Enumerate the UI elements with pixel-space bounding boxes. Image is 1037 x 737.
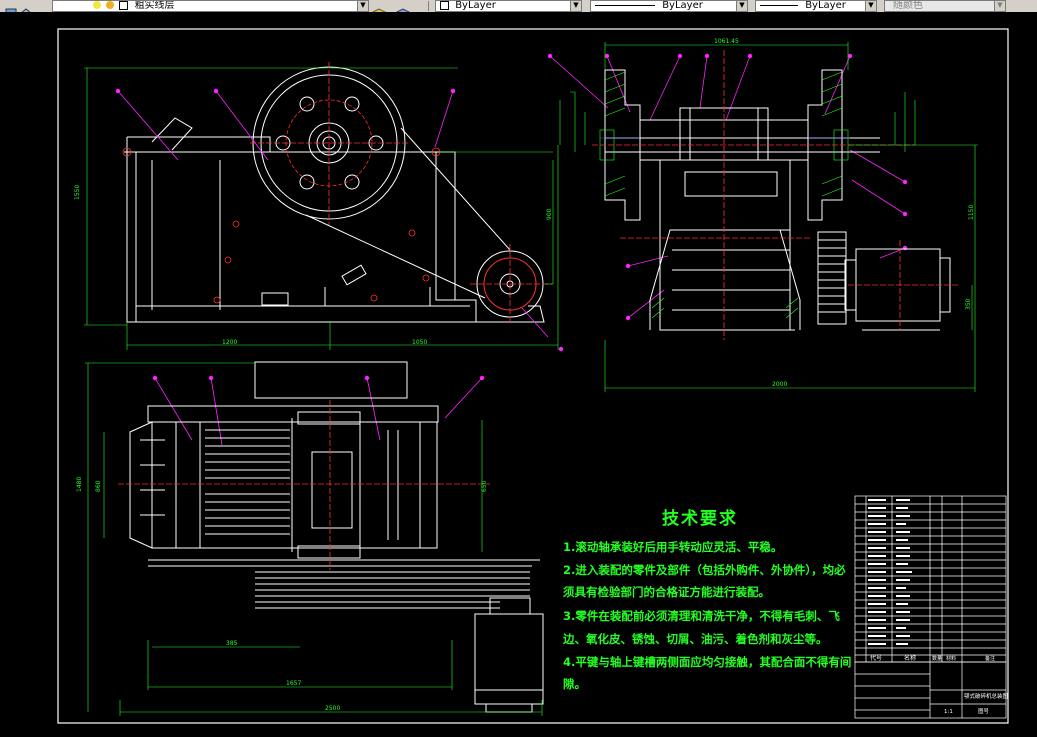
tech-requirement-item: 1.滚动轴承装好后用手转动应灵活、平稳。	[563, 540, 783, 554]
layer-state-icon[interactable]	[20, 1, 32, 12]
tech-requirement-item: 边、氧化皮、锈蚀、切屑、油污、着色剂和灰尘等。	[563, 632, 828, 646]
color-control-value: ByLayer	[455, 0, 496, 11]
front-centerlines	[122, 62, 552, 324]
tech-requirement-item: 2.进入装配的零件及部件（包括外购件、外协件），均必	[563, 563, 846, 577]
color-control-dropdown[interactable]: ByLayer ▼	[435, 0, 582, 12]
dim-side-height: 1150	[968, 205, 975, 220]
dim-plan-right-height: 650	[481, 480, 488, 492]
dim-side-width: 2000	[772, 381, 787, 388]
chevron-down-icon[interactable]: ▼	[994, 1, 1005, 11]
dim-front-width-right: 1050	[412, 339, 427, 346]
assembly-drawing: 1550 1200 1050 900 1061.45 1150 350 2000…	[57, 28, 1009, 724]
side-hatching	[599, 71, 850, 319]
dim-front-height: 1550	[74, 185, 81, 200]
plan-dimensions	[85, 362, 543, 716]
dim-front-width-left: 1200	[222, 339, 237, 346]
chevron-down-icon[interactable]: ▼	[865, 1, 876, 11]
dim-plan-inner-height: 860	[95, 480, 102, 492]
plan-view	[129, 361, 544, 713]
part-balloons	[115, 53, 908, 381]
drawing-border	[57, 28, 1009, 724]
dim-plan-mid-width: 1657	[286, 680, 301, 687]
dim-side-top-width: 1061.45	[714, 38, 739, 45]
make-object-layer-current-icon[interactable]	[371, 1, 387, 12]
tech-requirement-item: 须具有检验部门的合格证方能进行装配。	[563, 585, 770, 599]
toolbar-separator	[428, 1, 429, 11]
title-block-sheet-label: 图号	[978, 707, 990, 715]
color-swatch	[440, 1, 449, 10]
plan-centerlines	[118, 400, 490, 570]
lineweight-control-dropdown[interactable]: ByLayer ▼	[755, 0, 877, 12]
layer-name: 粗实线层	[134, 0, 175, 11]
layer-manager-icon[interactable]	[5, 1, 17, 12]
linetype-preview	[595, 4, 655, 6]
lineweight-preview	[760, 4, 798, 6]
dim-side-motor-height: 350	[965, 298, 972, 310]
layer-dropdown[interactable]: 粗实线层 ▼	[52, 0, 369, 12]
chevron-down-icon[interactable]: ▼	[570, 1, 581, 11]
parts-list-header-qty: 数量	[932, 655, 942, 662]
tech-requirement-item: 3.零件在装配前必须清理和清洗干净，不得有毛刺、飞	[563, 609, 840, 623]
parts-list-fill	[868, 499, 912, 645]
side-view	[604, 69, 951, 331]
lineweight-control-value: ByLayer	[805, 0, 846, 11]
parts-list-header-code: 代号	[870, 654, 882, 662]
title-block-scale: 1:1	[944, 709, 953, 715]
lightbulb-icon[interactable]	[93, 1, 101, 9]
parts-list-header-remark: 备注	[985, 655, 995, 662]
layer-previous-icon[interactable]	[395, 1, 411, 12]
tech-requirement-item: 隙。	[563, 677, 586, 691]
dim-plan-total-width: 2500	[325, 705, 340, 712]
chevron-down-icon[interactable]: ▼	[357, 1, 368, 11]
parts-list-header-name: 名称	[904, 654, 916, 662]
tech-requirement-item: 4.平键与轴上键槽两侧面应均匀接触，其配合面不得有间	[563, 655, 852, 669]
parts-list-header-material: 材料	[946, 655, 956, 662]
model-space-canvas[interactable]: 1550 1200 1050 900 1061.45 1150 350 2000…	[0, 12, 1037, 737]
tech-requirements-title: 技术要求	[662, 509, 738, 529]
linetype-control-value: ByLayer	[662, 0, 703, 11]
plotstyle-control-value: 随颜色	[893, 0, 923, 11]
linetype-control-dropdown[interactable]: ByLayer ▼	[590, 0, 748, 12]
parts-list	[854, 495, 1007, 719]
dim-plan-small-width: 385	[226, 640, 238, 647]
layer-color-swatch	[119, 1, 129, 10]
title-block-drawing-name: 颚式破碎机总装图	[964, 692, 1009, 700]
plotstyle-control-dropdown[interactable]: 随颜色 ▼	[884, 0, 1006, 12]
sun-icon[interactable]	[106, 1, 115, 9]
dim-plan-height: 1480	[76, 477, 83, 492]
chevron-down-icon[interactable]: ▼	[736, 1, 747, 11]
dim-front-inner-height: 900	[546, 208, 553, 220]
